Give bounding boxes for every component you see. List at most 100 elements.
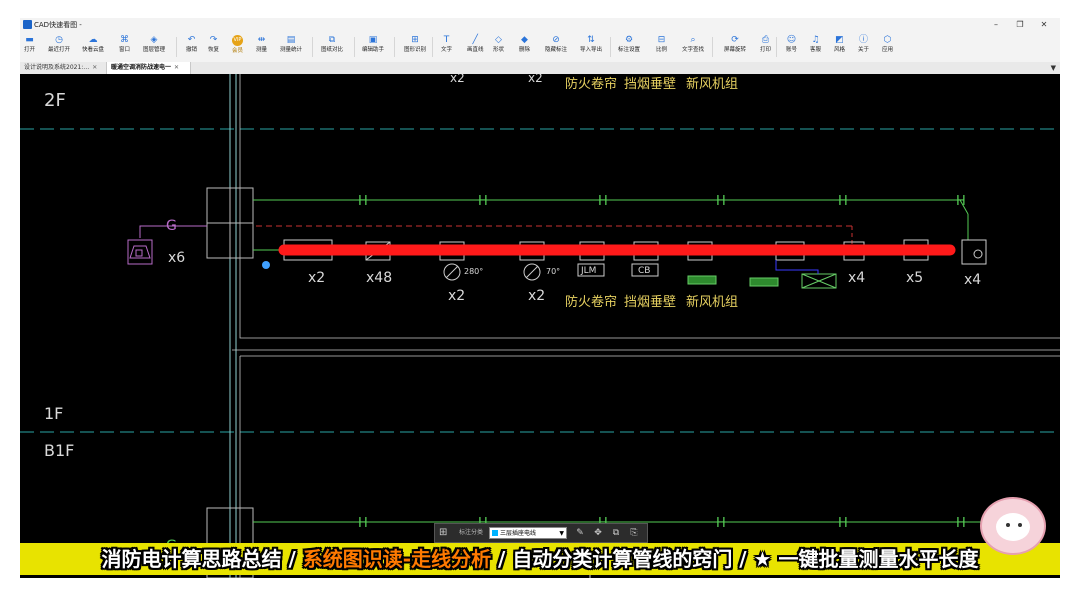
toolbar-button-cloud[interactable]: ☁ 快看云盘 bbox=[82, 33, 104, 61]
toolbar-button-redo[interactable]: ↷ 恢复 bbox=[208, 33, 219, 61]
move-icon[interactable]: ✥ bbox=[591, 525, 605, 541]
toolbar-button-stats[interactable]: ▤ 测量统计 bbox=[280, 33, 302, 61]
toolbar-button-eraser[interactable]: ◆ 删除 bbox=[519, 33, 530, 61]
toolbar-button-folder[interactable]: ▬ 打开 bbox=[24, 33, 35, 61]
toolbar-button-scale[interactable]: ⊟ 比例 bbox=[656, 33, 667, 61]
maximize-button[interactable]: ❐ bbox=[1008, 18, 1032, 32]
caption-part-1: 消防电计算思路总结 / bbox=[101, 547, 303, 571]
toolbar-button-label: 测量统计 bbox=[280, 47, 303, 53]
toolbar-button-label: 恢复 bbox=[208, 47, 220, 53]
toolbar-button-edit-assistant[interactable]: ▣ 编辑助手 bbox=[362, 33, 384, 61]
toolbar-button-label: 导入导出 bbox=[580, 47, 603, 53]
toolbar-button-label: 账号 bbox=[786, 47, 798, 53]
minimize-button[interactable]: – bbox=[984, 18, 1008, 32]
video-caption: 消防电计算思路总结 / 系统图识读-走线分析 / 自动分类计算管线的窍门 / ★… bbox=[20, 543, 1060, 575]
text-search-icon: ⌕ bbox=[690, 35, 696, 45]
cloud-icon: ☁ bbox=[88, 35, 98, 45]
toolbar-separator bbox=[776, 37, 777, 57]
paste-icon[interactable]: ⎘ bbox=[627, 525, 641, 541]
toolbar-button-ruler[interactable]: ⇹ 测量 bbox=[256, 33, 267, 61]
cad-window: CAD快速看图 - – ❐ ✕ ▬ 打开 ◷ 最近打开 ☁ 快看云盘 ⌘ 窗口 ◈ 图层管理 ↶ 撤销… bbox=[20, 18, 1060, 578]
toolbar-button-text-search[interactable]: ⌕ 文字查找 bbox=[682, 33, 704, 61]
clock-icon: ◷ bbox=[55, 35, 63, 45]
toolbar-button-undo[interactable]: ↶ 撤销 bbox=[186, 33, 197, 61]
device-count: x2 bbox=[308, 270, 325, 286]
tab-hvac-fire[interactable]: 暖通空调消防战速电一 ✕ bbox=[107, 62, 191, 74]
toolbar-button-clock[interactable]: ◷ 最近打开 bbox=[48, 33, 70, 61]
toolbar-button-info[interactable]: ⓘ 关于 bbox=[858, 33, 869, 61]
toolbar-button-label: 图纸对比 bbox=[321, 47, 344, 53]
toolbar-button-window[interactable]: ⌘ 窗口 bbox=[119, 33, 130, 61]
toolbar-button-apps[interactable]: ⬡ 应用 bbox=[882, 33, 893, 61]
toolbar-button-text[interactable]: T 文字 bbox=[441, 33, 452, 61]
toolbar-button-style[interactable]: ◩ 风格 bbox=[834, 33, 845, 61]
stats-icon: ▤ bbox=[286, 35, 296, 45]
h-label: H bbox=[598, 194, 608, 209]
toolbar-button-line[interactable]: ╱ 画直线 bbox=[467, 33, 484, 61]
toolbar-button-label: 屏幕旋转 bbox=[724, 47, 747, 53]
bottom-label-fire-shutter: 防火卷帘 bbox=[565, 294, 617, 310]
toolbar-button-label: 打印 bbox=[760, 47, 772, 53]
toolbar-button-label: 画直线 bbox=[467, 47, 484, 53]
toolbar-button-label: 编辑助手 bbox=[362, 47, 385, 53]
count-top-2: x2 bbox=[528, 74, 543, 85]
toolbar-button-label: 会员 bbox=[232, 48, 244, 54]
annotation-category-label: 标注分类 bbox=[459, 529, 484, 536]
top-label-fire-shutter: 防火卷帘 bbox=[565, 76, 617, 92]
device-count: x5 bbox=[906, 270, 923, 286]
toolbar-button-annotation-settings[interactable]: ⚙ 标注设置 bbox=[618, 33, 640, 61]
toolbar-separator bbox=[394, 37, 395, 57]
h-label: H bbox=[358, 194, 368, 209]
drawing-canvas[interactable]: 2F 1F B1F G x6 x2 x2 防火卷帘 挡烟垂壁 新风机组 H H … bbox=[20, 74, 1060, 578]
window-title: CAD快速看图 - bbox=[34, 21, 82, 29]
annotation-settings-icon: ⚙ bbox=[624, 35, 634, 45]
toolbar-button-shape-recognize[interactable]: ⊞ 图形识别 bbox=[404, 33, 426, 61]
print-icon: ⎙ bbox=[761, 35, 770, 45]
undo-icon: ↶ bbox=[187, 35, 196, 45]
toolbar-button-shape[interactable]: ◇ 形状 bbox=[493, 33, 504, 61]
bottom-label-fresh-air-unit: 新风机组 bbox=[686, 294, 738, 310]
toolbar-button-label: 快看云盘 bbox=[82, 47, 105, 53]
layers-icon: ◈ bbox=[150, 35, 158, 45]
toolbar-button-print[interactable]: ⎙ 打印 bbox=[760, 33, 771, 61]
tab-label: 设计说明及系统2021:… bbox=[24, 64, 90, 71]
h-label: H bbox=[838, 194, 848, 209]
user-icon: ☺ bbox=[786, 35, 797, 45]
toolbar-button-label: 窗口 bbox=[119, 47, 131, 53]
shape-recognize-icon: ⊞ bbox=[411, 35, 419, 45]
toolbar-button-label: 风格 bbox=[834, 47, 846, 53]
tabs-dropdown-icon[interactable]: ▼ bbox=[1051, 62, 1056, 74]
toolbar-button-vip[interactable]: VIP 会员 bbox=[232, 33, 243, 61]
grid-icon[interactable]: ⊞ bbox=[439, 526, 447, 540]
toolbar-button-compare[interactable]: ⧉ 图纸对比 bbox=[321, 33, 343, 61]
copy-icon[interactable]: ⧉ bbox=[609, 525, 623, 541]
device-count: x2 bbox=[528, 288, 545, 304]
toolbar-button-label: 图形识别 bbox=[404, 47, 427, 53]
toolbar-button-rotate[interactable]: ⟳ 屏幕旋转 bbox=[724, 33, 746, 61]
toolbar-button-user[interactable]: ☺ 账号 bbox=[786, 33, 797, 61]
toolbar-button-import-export[interactable]: ⇅ 导入导出 bbox=[580, 33, 602, 61]
top-label-fresh-air-unit: 新风机组 bbox=[686, 76, 738, 92]
caption-part-2: 系统图识读-走线分析 bbox=[302, 547, 492, 571]
toolbar-button-layers[interactable]: ◈ 图层管理 bbox=[143, 33, 165, 61]
temp-label-280: 280° bbox=[464, 267, 483, 276]
floor-label-1f: 1F bbox=[44, 404, 63, 423]
toolbar: ▬ 打开 ◷ 最近打开 ☁ 快看云盘 ⌘ 窗口 ◈ 图层管理 ↶ 撤销 ↷ 恢复 VIP 会员 ⇹ 测量 ▤ 测量统计… bbox=[20, 32, 1060, 63]
scale-icon: ⊟ bbox=[657, 35, 666, 45]
edit-icon[interactable]: ✎ bbox=[573, 525, 587, 541]
h-label: H bbox=[478, 194, 488, 209]
style-icon: ◩ bbox=[835, 35, 844, 45]
annotation-category-select[interactable]: 三层插座电线 ▼ bbox=[489, 527, 567, 539]
close-icon[interactable]: ✕ bbox=[174, 64, 179, 71]
box-label-cb: CB bbox=[638, 266, 650, 276]
toolbar-button-hide[interactable]: ⊘ 隐藏标注 bbox=[545, 33, 567, 61]
toolbar-button-label: 测量 bbox=[256, 47, 268, 53]
title-bar: CAD快速看图 - – ❐ ✕ bbox=[20, 18, 1060, 32]
toolbar-button-headset[interactable]: ♫ 客服 bbox=[810, 33, 821, 61]
redo-icon: ↷ bbox=[209, 35, 218, 45]
tab-design-notes[interactable]: 设计说明及系统2021:… ✕ bbox=[20, 62, 107, 74]
close-button[interactable]: ✕ bbox=[1032, 18, 1056, 32]
close-icon[interactable]: ✕ bbox=[92, 64, 97, 71]
count-top-1: x2 bbox=[450, 74, 465, 85]
toolbar-separator bbox=[354, 37, 355, 57]
